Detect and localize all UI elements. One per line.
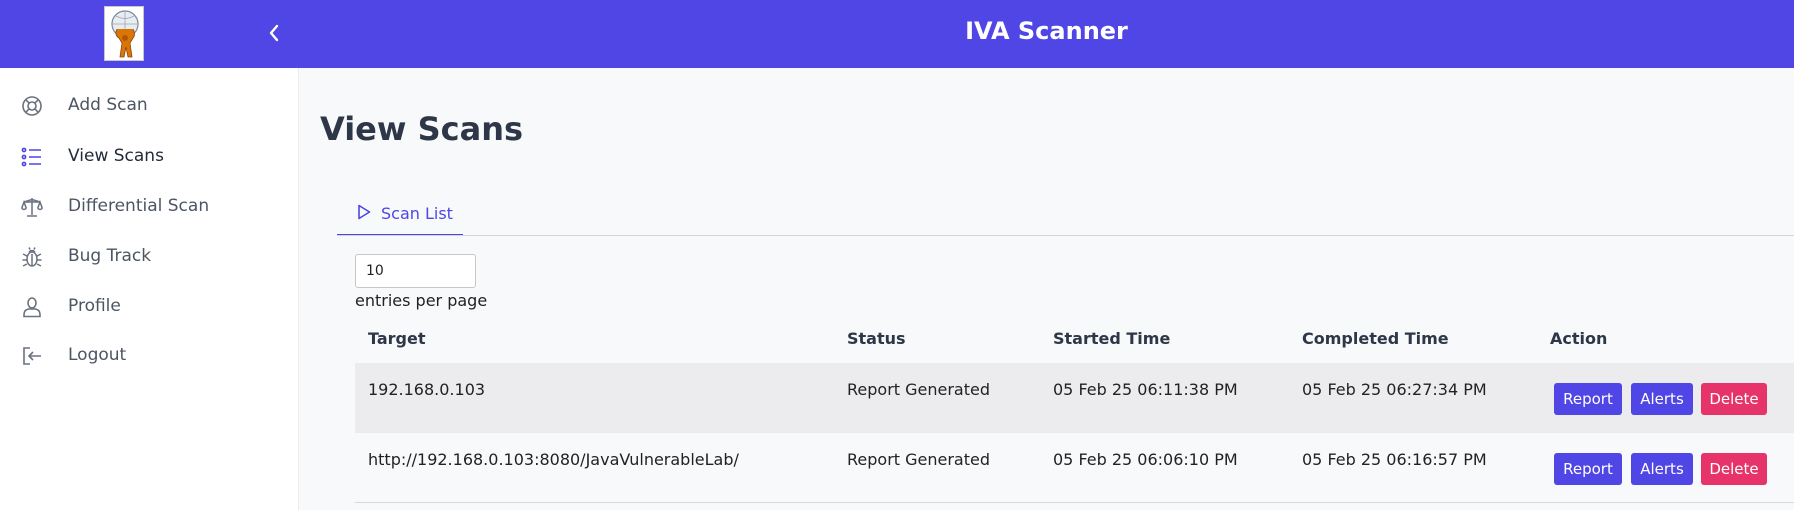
status-cell: Report Generated (847, 450, 991, 469)
completed-time-cell: 05 Feb 25 06:27:34 PM (1302, 380, 1487, 399)
table-row: http://192.168.0.103:8080/JavaVulnerable… (355, 433, 1794, 503)
entries-per-page-label: entries per page (355, 291, 488, 310)
sidebar-item-view-scans[interactable]: View Scans (0, 135, 298, 179)
sidebar-item-label: View Scans (68, 146, 164, 166)
sidebar-item-differential-scan[interactable]: Differential Scan (0, 185, 298, 229)
delete-button[interactable]: Delete (1701, 453, 1767, 485)
started-time-cell: 05 Feb 25 06:11:38 PM (1053, 380, 1238, 399)
status-cell: Report Generated (847, 380, 991, 399)
app-title: IVA Scanner (965, 17, 1128, 45)
alerts-button[interactable]: Alerts (1631, 453, 1693, 485)
completed-time-cell: 05 Feb 25 06:16:57 PM (1302, 450, 1487, 469)
sidebar-item-label: Profile (68, 296, 121, 316)
target-cell: 192.168.0.103 (368, 380, 486, 399)
page-title: View Scans (320, 110, 524, 148)
entries-per-page-input[interactable] (355, 254, 476, 288)
sidebar-item-label: Differential Scan (68, 196, 210, 216)
sidebar-item-label: Logout (68, 345, 127, 365)
column-header-status: Status (847, 329, 906, 348)
alerts-button[interactable]: Alerts (1631, 383, 1693, 415)
bug-icon (20, 246, 44, 268)
lifebuoy-icon (20, 95, 44, 117)
sidebar-item-profile[interactable]: Profile (0, 285, 298, 329)
column-header-action: Action (1550, 329, 1608, 348)
tab-scan-list[interactable]: Scan List (337, 196, 463, 236)
delete-button[interactable]: Delete (1701, 383, 1767, 415)
logout-icon (20, 345, 44, 367)
collapse-sidebar-button[interactable] (262, 20, 286, 46)
sidebar-item-logout[interactable]: Logout (0, 334, 298, 378)
tab-label: Scan List (381, 204, 453, 223)
report-button[interactable]: Report (1554, 383, 1622, 415)
column-header-started-time: Started Time (1053, 329, 1171, 348)
column-header-target: Target (368, 329, 426, 348)
sidebar-item-bug-track[interactable]: Bug Track (0, 235, 298, 279)
report-button[interactable]: Report (1554, 453, 1622, 485)
sidebar: Add Scan View Scans Differential Scan Bu… (0, 68, 299, 510)
list-icon (20, 146, 44, 168)
atlas-logo (104, 6, 144, 61)
table-row: 192.168.0.103 Report Generated 05 Feb 25… (355, 363, 1794, 433)
tab-divider (337, 235, 1794, 236)
chevron-left-icon (269, 24, 279, 42)
sidebar-item-label: Add Scan (68, 95, 148, 115)
play-icon (357, 204, 371, 224)
scale-icon (20, 196, 44, 218)
top-bar: IVA Scanner (0, 0, 1794, 68)
user-icon (20, 296, 44, 318)
sidebar-item-add-scan[interactable]: Add Scan (0, 84, 298, 128)
column-header-completed-time: Completed Time (1302, 329, 1449, 348)
target-cell: http://192.168.0.103:8080/JavaVulnerable… (368, 450, 739, 469)
sidebar-item-label: Bug Track (68, 246, 152, 266)
started-time-cell: 05 Feb 25 06:06:10 PM (1053, 450, 1238, 469)
